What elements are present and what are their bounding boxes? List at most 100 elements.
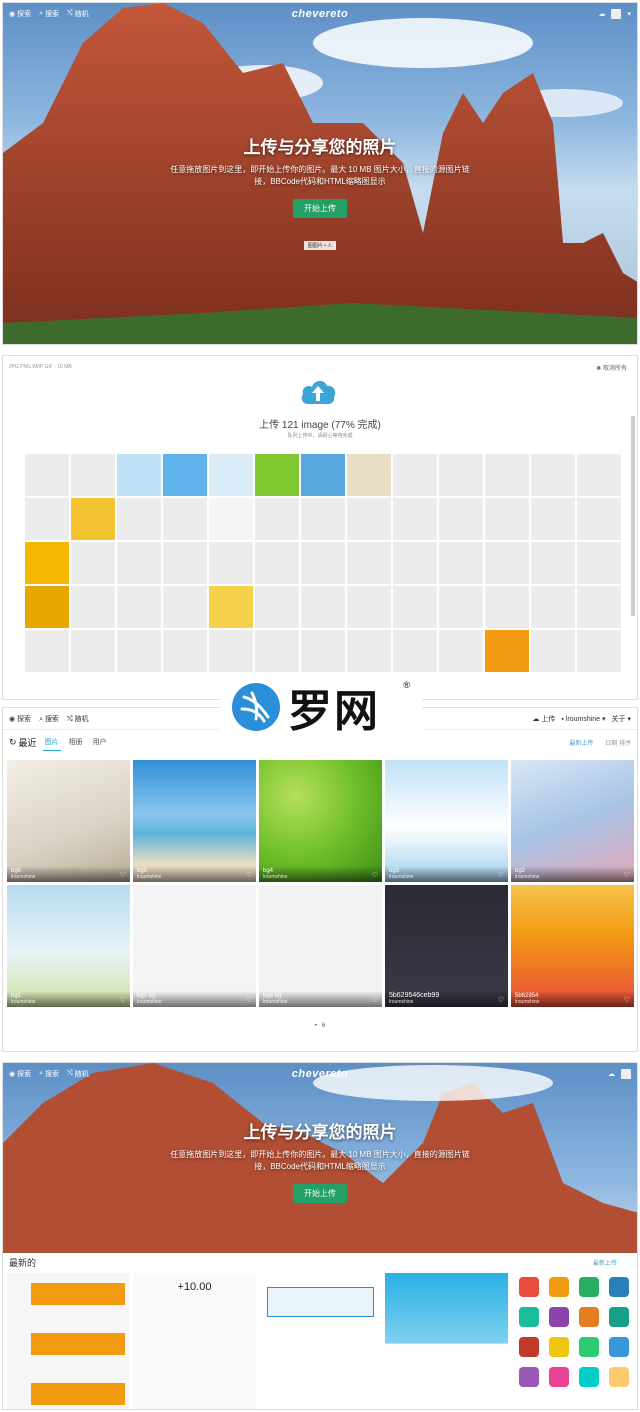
sort-order-dropdown[interactable]: 日期 排序 xyxy=(605,738,631,747)
app-icon[interactable] xyxy=(609,1337,629,1357)
queue-thumbnail[interactable] xyxy=(301,586,345,628)
upload-cloud-icon[interactable]: ☁ xyxy=(598,10,605,18)
queue-thumbnail[interactable] xyxy=(393,630,437,672)
queue-thumbnail[interactable] xyxy=(209,498,253,540)
queue-thumbnail[interactable] xyxy=(163,630,207,672)
heart-icon[interactable]: ♡ xyxy=(498,996,504,1004)
queue-thumbnail[interactable] xyxy=(531,630,575,672)
queue-thumbnail[interactable] xyxy=(531,542,575,584)
queue-thumbnail[interactable] xyxy=(347,630,391,672)
app-icon[interactable] xyxy=(519,1367,539,1387)
app-icon[interactable] xyxy=(549,1277,569,1297)
scrollbar[interactable] xyxy=(631,416,635,616)
app-icon[interactable] xyxy=(549,1337,569,1357)
queue-thumbnail[interactable] xyxy=(485,586,529,628)
latest-card[interactable] xyxy=(7,1273,130,1409)
nav-search[interactable]: ⌕ 搜索 xyxy=(39,1069,59,1079)
avatar[interactable] xyxy=(611,9,622,19)
start-upload-button[interactable]: 开始上传 xyxy=(293,199,347,218)
cancel-all-button[interactable]: ✖ 取消所有 xyxy=(596,363,627,372)
tab-albums[interactable]: 相册 xyxy=(67,734,85,750)
nav-random[interactable]: ⤭ 随机 xyxy=(67,714,89,724)
menu-dropdown[interactable]: ▾ xyxy=(627,10,631,18)
queue-thumbnail[interactable] xyxy=(25,498,69,540)
queue-thumbnail[interactable] xyxy=(485,498,529,540)
app-icon[interactable] xyxy=(579,1307,599,1327)
page-number[interactable]: 6 xyxy=(322,1023,325,1029)
queue-thumbnail[interactable] xyxy=(439,454,483,496)
image-card[interactable]: 5b62954 lroumshine ♡ xyxy=(511,885,634,1007)
image-card[interactable]: bg4 lroumshine ♡ xyxy=(259,760,382,882)
queue-thumbnail[interactable] xyxy=(25,454,69,496)
queue-thumbnail[interactable] xyxy=(117,454,161,496)
queue-thumbnail[interactable] xyxy=(393,542,437,584)
queue-thumbnail[interactable] xyxy=(531,586,575,628)
queue-thumbnail[interactable] xyxy=(301,498,345,540)
queue-thumbnail[interactable] xyxy=(209,454,253,496)
nav-random[interactable]: ⤭ 随机 xyxy=(67,9,89,19)
image-card[interactable]: bg1 lroumshine ♡ xyxy=(7,885,130,1007)
queue-thumbnail[interactable] xyxy=(163,498,207,540)
queue-thumbnail[interactable] xyxy=(71,586,115,628)
queue-thumbnail[interactable] xyxy=(117,586,161,628)
queue-thumbnail[interactable] xyxy=(439,586,483,628)
queue-thumbnail[interactable] xyxy=(439,542,483,584)
latest-card[interactable]: +10.00 xyxy=(133,1273,256,1409)
queue-thumbnail[interactable] xyxy=(577,542,621,584)
heart-icon[interactable]: ♡ xyxy=(372,871,378,879)
heart-icon[interactable]: ♡ xyxy=(246,871,252,879)
nav-explore[interactable]: ◉ 探索 xyxy=(9,9,31,19)
site-logo[interactable]: chevereto xyxy=(292,1068,348,1080)
heart-icon[interactable]: ♡ xyxy=(624,996,630,1004)
queue-thumbnail[interactable] xyxy=(347,586,391,628)
upload-button[interactable]: ☁ 上传 xyxy=(532,714,555,724)
app-icon[interactable] xyxy=(609,1307,629,1327)
image-card[interactable]: bg5 lroumshine ♡ xyxy=(133,760,256,882)
latest-card[interactable] xyxy=(385,1273,508,1409)
queue-thumbnail[interactable] xyxy=(25,542,69,584)
app-icon[interactable] xyxy=(579,1367,599,1387)
image-card[interactable]: bg8 bg lroumshine ♡ xyxy=(259,885,382,1007)
nav-search[interactable]: ⌕ 搜索 xyxy=(39,9,59,19)
heart-icon[interactable]: ♡ xyxy=(498,871,504,879)
image-card[interactable]: bg3 lroumshine ♡ xyxy=(385,760,508,882)
image-card[interactable]: bg2 lroumshine ♡ xyxy=(511,760,634,882)
queue-thumbnail[interactable] xyxy=(439,498,483,540)
latest-card[interactable] xyxy=(259,1273,382,1409)
queue-thumbnail[interactable] xyxy=(577,586,621,628)
queue-thumbnail[interactable] xyxy=(209,586,253,628)
queue-thumbnail[interactable] xyxy=(301,630,345,672)
app-icon[interactable] xyxy=(579,1277,599,1297)
page-dot[interactable]: • xyxy=(315,1023,317,1029)
queue-thumbnail[interactable] xyxy=(347,542,391,584)
heart-icon[interactable]: ♡ xyxy=(624,871,630,879)
image-card[interactable]: bg6 lroumshine ♡ xyxy=(7,760,130,882)
app-icon[interactable] xyxy=(519,1337,539,1357)
queue-thumbnail[interactable] xyxy=(485,630,529,672)
heart-icon[interactable]: ♡ xyxy=(120,871,126,879)
nav-random[interactable]: ⤭ 随机 xyxy=(67,1069,89,1079)
tab-users[interactable]: 用户 xyxy=(91,734,109,750)
image-card[interactable]: 5b629546ceb99 lroumshine ♡ xyxy=(385,885,508,1007)
upload-cloud-icon[interactable]: ☁ xyxy=(608,1070,615,1078)
queue-thumbnail[interactable] xyxy=(209,542,253,584)
queue-thumbnail[interactable] xyxy=(439,630,483,672)
latest-card[interactable] xyxy=(511,1273,634,1409)
site-logo[interactable]: chevereto xyxy=(292,8,348,20)
queue-thumbnail[interactable] xyxy=(301,454,345,496)
about-menu[interactable]: 关于 ▾ xyxy=(612,714,631,724)
heart-icon[interactable]: ♡ xyxy=(246,996,252,1004)
queue-thumbnail[interactable] xyxy=(577,454,621,496)
app-icon[interactable] xyxy=(609,1367,629,1387)
queue-thumbnail[interactable] xyxy=(531,498,575,540)
queue-thumbnail[interactable] xyxy=(255,542,299,584)
app-icon[interactable] xyxy=(609,1277,629,1297)
app-icon[interactable] xyxy=(549,1367,569,1387)
queue-thumbnail[interactable] xyxy=(393,498,437,540)
queue-thumbnail[interactable] xyxy=(577,630,621,672)
queue-thumbnail[interactable] xyxy=(163,454,207,496)
sort-dropdown[interactable]: 最新上传 xyxy=(569,738,593,747)
queue-thumbnail[interactable] xyxy=(255,498,299,540)
start-upload-button[interactable]: 开始上传 xyxy=(293,1184,347,1203)
queue-thumbnail[interactable] xyxy=(393,586,437,628)
